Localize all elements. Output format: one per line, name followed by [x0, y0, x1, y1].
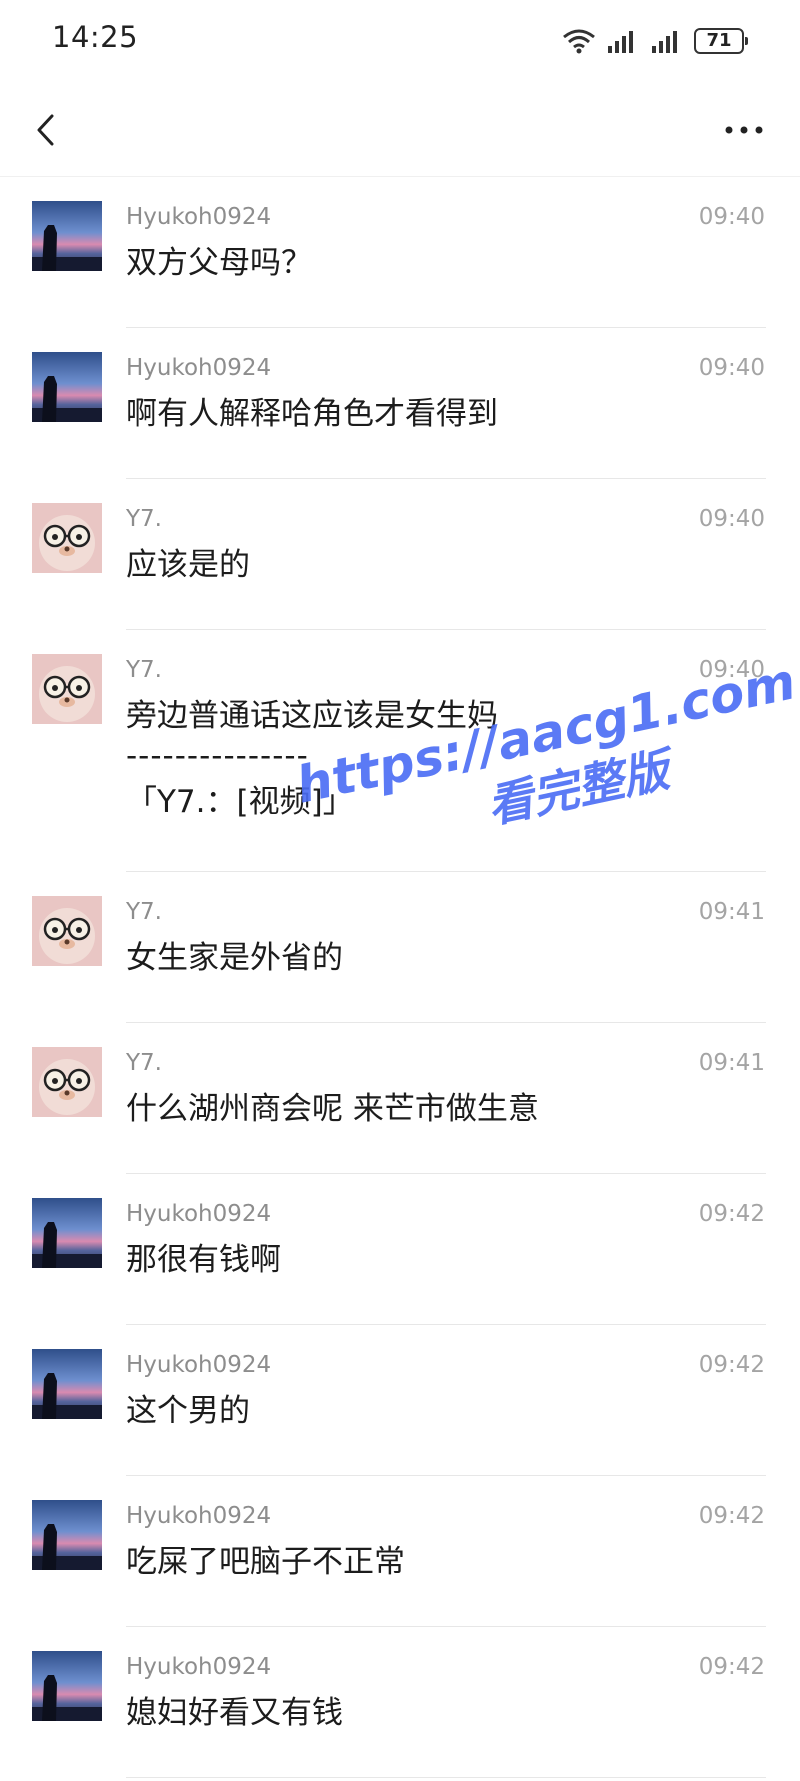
sender-name: Hyukoh0924: [126, 1654, 272, 1680]
message-item[interactable]: Y7. 09:40 应该是的: [0, 479, 800, 630]
sender-name: Hyukoh0924: [126, 204, 272, 230]
message-item[interactable]: Hyukoh0924 09:42 这个男的: [0, 1325, 800, 1476]
avatar[interactable]: [32, 1047, 102, 1117]
message-item[interactable]: Hyukoh0924 09:42 媳妇好看又有钱: [0, 1627, 800, 1778]
message-time: 09:41: [698, 899, 765, 925]
message-text: 媳妇好看又有钱: [126, 1695, 343, 1731]
message-text: 应该是的: [126, 547, 250, 583]
message-item[interactable]: Y7. 09:41 什么湖州商会呢 来芒市做生意: [0, 1023, 800, 1174]
more-dots-icon: [725, 126, 763, 134]
message-text: 旁边普通话这应该是女生妈: [126, 698, 498, 734]
bear-avatar-icon: [32, 654, 102, 724]
message-text: 这个男的: [126, 1393, 250, 1429]
mountain-avatar-icon: [32, 352, 102, 422]
back-button[interactable]: [22, 104, 72, 154]
avatar[interactable]: [32, 503, 102, 573]
message-text: 啊有人解释哈角色才看得到: [126, 396, 498, 432]
message-time: 09:42: [698, 1654, 765, 1680]
top-navbar: [0, 84, 800, 177]
avatar[interactable]: [32, 654, 102, 724]
sender-name: Y7.: [126, 899, 162, 925]
avatar[interactable]: [32, 1198, 102, 1268]
sender-name: Y7.: [126, 1050, 162, 1076]
avatar[interactable]: [32, 1349, 102, 1419]
cell-signal-icon: [608, 31, 633, 53]
message-time: 09:42: [698, 1201, 765, 1227]
message-text: 那很有钱啊: [126, 1242, 281, 1278]
sender-name: Y7.: [126, 657, 162, 683]
message-divider: [126, 1777, 766, 1778]
message-time: 09:40: [698, 355, 765, 381]
avatar[interactable]: [32, 896, 102, 966]
message-time: 09:40: [698, 657, 765, 683]
message-text: 吃屎了吧脑子不正常: [126, 1544, 405, 1580]
message-time: 09:40: [698, 204, 765, 230]
message-text: 什么湖州商会呢 来芒市做生意: [126, 1091, 539, 1127]
battery-icon: 71: [694, 28, 748, 54]
status-bar: 14:25 71: [0, 0, 800, 84]
message-list[interactable]: Hyukoh0924 09:40 双方父母吗？ Hyukoh0924 09:40…: [0, 177, 800, 1778]
sender-name: Hyukoh0924: [126, 1201, 272, 1227]
message-item[interactable]: Y7. 09:41 女生家是外省的: [0, 872, 800, 1023]
quoted-message[interactable]: 「Y7.：[视频]」: [126, 780, 768, 824]
chevron-left-icon: [37, 114, 54, 146]
mountain-avatar-icon: [32, 201, 102, 271]
sender-name: Hyukoh0924: [126, 355, 272, 381]
message-time: 09:41: [698, 1050, 765, 1076]
message-item[interactable]: Hyukoh0924 09:40 双方父母吗？: [0, 177, 800, 328]
status-time: 14:25: [52, 20, 139, 54]
message-item[interactable]: Hyukoh0924 09:42 吃屎了吧脑子不正常: [0, 1476, 800, 1627]
quote-separator: ---------------: [126, 738, 309, 774]
avatar[interactable]: [32, 1651, 102, 1721]
status-icons: 71: [562, 26, 748, 56]
cell-signal-2-icon: [652, 31, 677, 53]
avatar[interactable]: [32, 1500, 102, 1570]
mountain-avatar-icon: [32, 1500, 102, 1570]
bear-avatar-icon: [32, 503, 102, 573]
bear-avatar-icon: [32, 1047, 102, 1117]
avatar[interactable]: [32, 352, 102, 422]
sender-name: Y7.: [126, 506, 162, 532]
message-text: 女生家是外省的: [126, 940, 343, 976]
message-time: 09:40: [698, 506, 765, 532]
message-time: 09:42: [698, 1503, 765, 1529]
message-item[interactable]: Hyukoh0924 09:40 啊有人解释哈角色才看得到: [0, 328, 800, 479]
sender-name: Hyukoh0924: [126, 1352, 272, 1378]
bear-avatar-icon: [32, 896, 102, 966]
wifi-icon: [563, 29, 595, 54]
more-options-button[interactable]: [714, 108, 774, 152]
message-item[interactable]: Y7. 09:40 旁边普通话这应该是女生妈 --------------- 「…: [0, 630, 800, 872]
mountain-avatar-icon: [32, 1198, 102, 1268]
mountain-avatar-icon: [32, 1651, 102, 1721]
message-time: 09:42: [698, 1352, 765, 1378]
message-item[interactable]: Hyukoh0924 09:42 那很有钱啊: [0, 1174, 800, 1325]
avatar[interactable]: [32, 201, 102, 271]
mountain-avatar-icon: [32, 1349, 102, 1419]
sender-name: Hyukoh0924: [126, 1503, 272, 1529]
message-text: 双方父母吗？: [126, 245, 312, 281]
